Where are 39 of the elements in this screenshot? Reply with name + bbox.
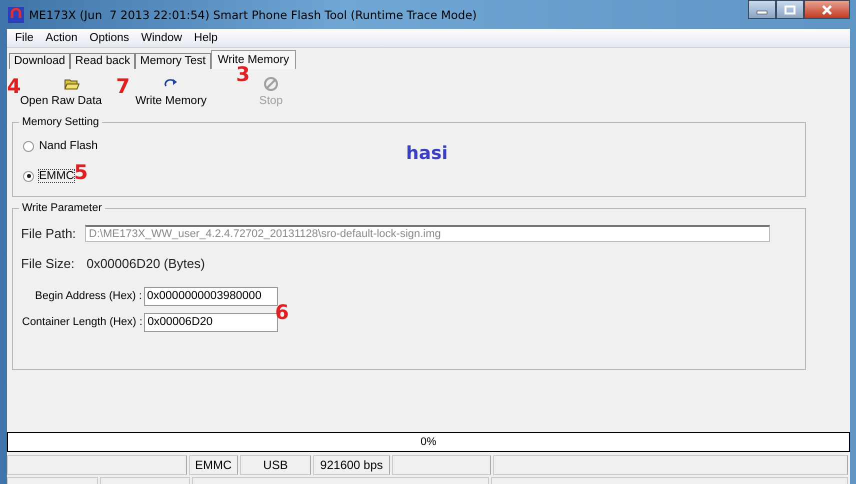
field-label: File Path: [21,226,76,240]
tab[interactable]: Read back [70,53,136,69]
file-size-value: 0x00006D20 (Bytes) [86,256,205,270]
toolbar-button[interactable]: Open Raw Data [21,76,101,107]
menu-item[interactable]: Action [40,32,84,44]
status-cell: USB [240,455,312,475]
radio-label[interactable]: Nand Flash [39,140,98,152]
radio-button[interactable] [23,170,34,182]
field-label: Container Length (Hex) : [22,316,142,328]
radio-label[interactable]: EMMC [39,170,74,182]
annotation-number: 5 [74,160,88,184]
annotation-number: 4 [7,74,21,98]
group-title: Memory Setting [19,116,102,128]
file-path-field[interactable]: D:\ME173X_WW_user_4.2.4.72702_20131128\sro-default-lock-sign.img [84,224,770,242]
menu-item[interactable]: Window [135,32,188,44]
annotation-number: 7 [116,74,130,98]
status-cell: 921600 bps [313,455,390,475]
field-label: File Size: [21,256,74,270]
maximize-icon [784,4,796,14]
progress-text: 0% [420,436,436,448]
status-cell: EMMC [188,455,238,475]
stop-icon [263,76,279,92]
group-title: Write Parameter [19,202,105,214]
maximize-button[interactable] [776,0,804,19]
tab[interactable]: Download [9,53,70,69]
close-button[interactable] [804,0,850,19]
tab[interactable]: Memory Test [135,53,211,69]
app-icon [8,6,24,22]
close-icon [821,4,833,14]
input-field[interactable]: 0x0000000003980000 [144,286,278,306]
annotation-text: hasi [406,143,448,164]
toolbar-button[interactable]: Write Memory [135,76,207,107]
menu-item[interactable]: File [9,32,40,44]
window-title: ME173X (Jun 7 2013 22:01:54) Smart Phone Flash Tool (Runtime Trace Mode) [29,8,477,22]
field-label: Begin Address (Hex) : [35,290,142,302]
menu-item[interactable]: Options [84,32,136,44]
radio-button[interactable] [23,140,34,152]
minimize-button[interactable] [748,0,776,19]
menu-item[interactable]: Help [188,32,224,44]
